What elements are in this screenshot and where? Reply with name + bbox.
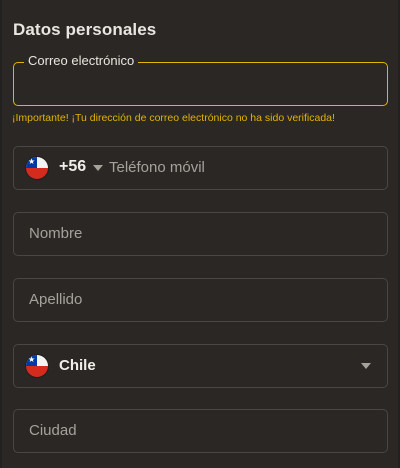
last-name-field[interactable]: Apellido	[13, 278, 388, 322]
chevron-down-icon[interactable]	[361, 363, 371, 369]
city-field[interactable]: Ciudad	[13, 409, 388, 453]
city-placeholder: Ciudad	[29, 422, 77, 439]
first-name-placeholder: Nombre	[29, 225, 83, 242]
personal-data-panel: Datos personales Correo electrónico ¡Imp…	[0, 0, 400, 468]
country-selected-value: Chile	[59, 357, 96, 374]
country-code-dropdown-icon[interactable]	[93, 165, 103, 171]
first-name-field[interactable]: Nombre	[13, 212, 388, 256]
last-name-placeholder: Apellido	[29, 291, 83, 308]
chile-flag-icon[interactable]: ★	[26, 157, 48, 179]
phone-country-code[interactable]: +56	[59, 158, 86, 176]
phone-field[interactable]: ★ +56 Teléfono móvil	[13, 146, 388, 190]
panel-left-edge	[0, 0, 2, 468]
section-title: Datos personales	[13, 20, 157, 39]
email-field-label: Correo electrónico	[24, 53, 139, 69]
phone-input[interactable]: Teléfono móvil	[109, 159, 205, 176]
email-verification-warning: ¡Importante! ¡Tu dirección de correo ele…	[12, 112, 335, 124]
chile-flag-icon: ★	[26, 355, 48, 377]
email-field[interactable]: Correo electrónico	[13, 53, 388, 106]
email-input[interactable]	[26, 73, 375, 97]
country-select[interactable]: ★ Chile	[13, 344, 388, 388]
